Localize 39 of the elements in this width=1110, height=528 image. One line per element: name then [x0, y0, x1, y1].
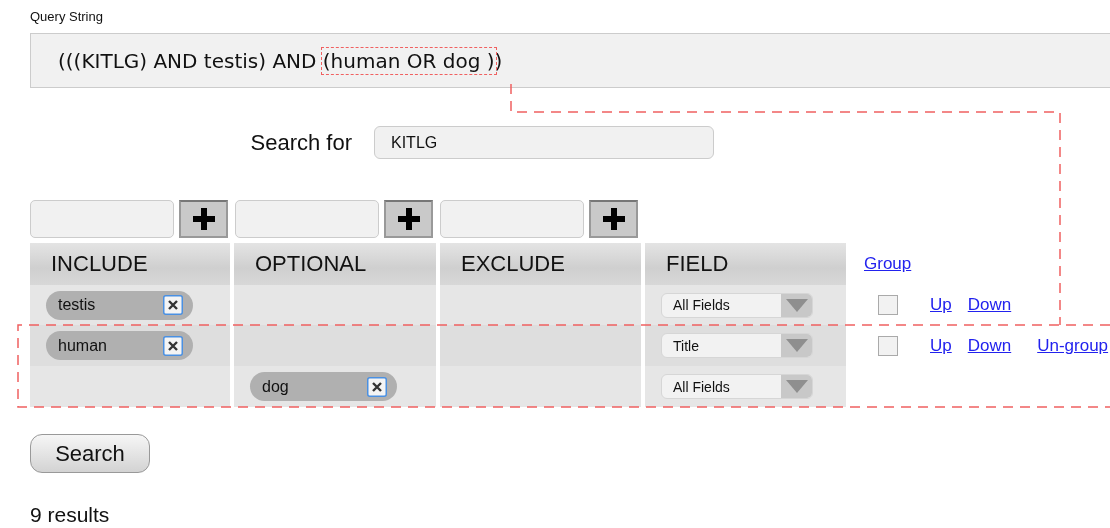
- row-link[interactable]: Down: [967, 295, 1012, 315]
- add-term-button[interactable]: [384, 200, 433, 238]
- plus-icon: [602, 208, 625, 230]
- term-input[interactable]: [440, 200, 584, 238]
- remove-icon[interactable]: [367, 376, 387, 397]
- search-field[interactable]: KITLG: [374, 126, 714, 159]
- remove-icon[interactable]: [163, 295, 183, 315]
- column-header: OPTIONAL: [234, 243, 436, 285]
- plus-icon: [397, 208, 420, 230]
- row-link[interactable]: Un-group: [1037, 335, 1109, 356]
- results-count: 9 results: [30, 503, 110, 527]
- checkbox[interactable]: [878, 335, 898, 356]
- row-link[interactable]: Down: [967, 335, 1012, 356]
- dropdown-arrow-icon: [785, 339, 808, 352]
- dropdown-arrow-icon: [785, 380, 808, 393]
- remove-icon[interactable]: [163, 335, 183, 356]
- checkbox[interactable]: [878, 295, 898, 315]
- field-dropdown[interactable]: All Fields: [661, 374, 813, 399]
- search-for-label: Search for: [249, 129, 352, 156]
- query-text: (((KITLG) AND testis) AND (human OR dog )): [58, 48, 503, 73]
- term-input[interactable]: [30, 200, 174, 238]
- group-link[interactable]: Group: [864, 254, 912, 274]
- term-text: human: [58, 336, 107, 355]
- plus-icon: [192, 208, 215, 230]
- column-header: FIELD: [645, 243, 846, 285]
- term-text: testis: [58, 296, 96, 314]
- query-label: Query String: [30, 9, 103, 24]
- add-term-button[interactable]: [589, 200, 638, 238]
- column-header: EXCLUDE: [440, 243, 641, 285]
- term-input[interactable]: [235, 200, 379, 238]
- field-dropdown[interactable]: All Fields: [661, 292, 813, 318]
- search-button[interactable]: Search: [30, 434, 150, 473]
- dropdown-arrow-icon: [785, 298, 808, 312]
- add-term-button[interactable]: [179, 200, 228, 238]
- row-link[interactable]: Up: [930, 335, 952, 356]
- column-header: INCLUDE: [30, 243, 230, 285]
- field-dropdown[interactable]: Title: [661, 333, 813, 358]
- row-link[interactable]: Up: [930, 295, 952, 315]
- term-text: dog: [262, 377, 289, 396]
